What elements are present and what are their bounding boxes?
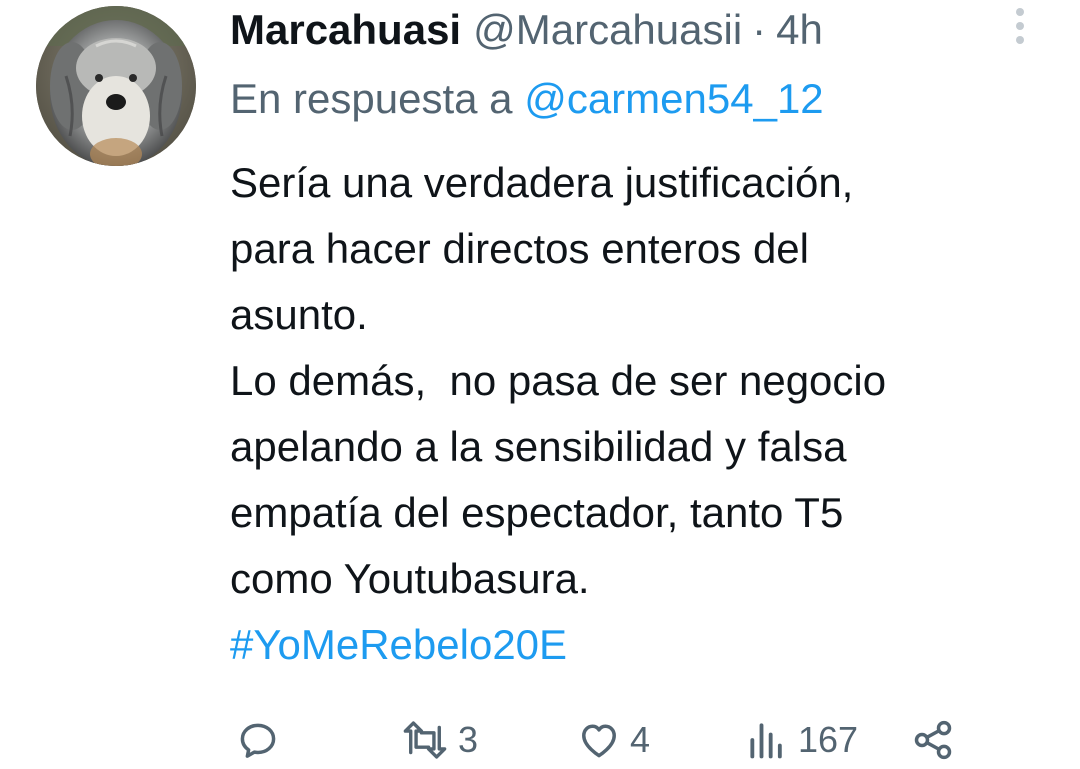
tweet-text-line: como Youtubasura. bbox=[230, 555, 590, 602]
more-options-icon[interactable] bbox=[1004, 6, 1036, 46]
reply-context: En respuesta a @carmen54_12 bbox=[230, 74, 824, 124]
like-count: 4 bbox=[630, 719, 651, 760]
tweet-text-line: Lo demás, no pasa de ser negocio bbox=[230, 357, 887, 404]
reply-button[interactable] bbox=[236, 712, 288, 768]
more-dot bbox=[1016, 22, 1024, 30]
views-count: 167 bbox=[798, 719, 859, 760]
heart-icon bbox=[582, 724, 616, 758]
share-button[interactable] bbox=[910, 712, 956, 768]
tweet-header: Marcahuasi @Marcahuasii · 4h bbox=[230, 6, 823, 54]
reply-prefix: En respuesta a bbox=[230, 75, 513, 122]
retweet-button[interactable]: 3 bbox=[400, 712, 478, 768]
more-dot bbox=[1016, 8, 1024, 16]
tweet-actions: 3 4 167 bbox=[0, 712, 1080, 768]
like-button[interactable]: 4 bbox=[576, 712, 650, 768]
views-button[interactable]: 167 bbox=[744, 712, 858, 768]
tweet-text-line: asunto. bbox=[230, 291, 368, 338]
views-icon bbox=[750, 723, 782, 759]
more-dot bbox=[1016, 36, 1024, 44]
author-handle[interactable]: @Marcahuasii bbox=[473, 6, 742, 54]
dog-avatar-image bbox=[36, 6, 196, 166]
tweet-text-line: empatía del espectador, tanto T5 bbox=[230, 489, 844, 536]
tweet-timestamp[interactable]: 4h bbox=[776, 6, 823, 54]
share-icon bbox=[914, 720, 952, 760]
tweet-text-line: para hacer directos enteros del bbox=[230, 225, 809, 272]
hashtag-link[interactable]: #YoMeRebelo20E bbox=[230, 612, 1050, 678]
tweet-text: Sería una verdadera justificación, para … bbox=[230, 150, 1050, 678]
header-separator: · bbox=[752, 6, 767, 53]
retweet-icon bbox=[403, 721, 447, 759]
tweet: Marcahuasi @Marcahuasii · 4h En respuest… bbox=[0, 0, 1080, 769]
author-avatar[interactable] bbox=[36, 6, 196, 166]
reply-icon bbox=[240, 723, 276, 758]
tweet-text-line: apelando a la sensibilidad y falsa bbox=[230, 423, 847, 470]
tweet-text-line: Sería una verdadera justificación, bbox=[230, 159, 854, 206]
author-name[interactable]: Marcahuasi bbox=[230, 6, 461, 54]
reply-mention-link[interactable]: @carmen54_12 bbox=[524, 75, 823, 122]
retweet-count: 3 bbox=[458, 719, 479, 760]
